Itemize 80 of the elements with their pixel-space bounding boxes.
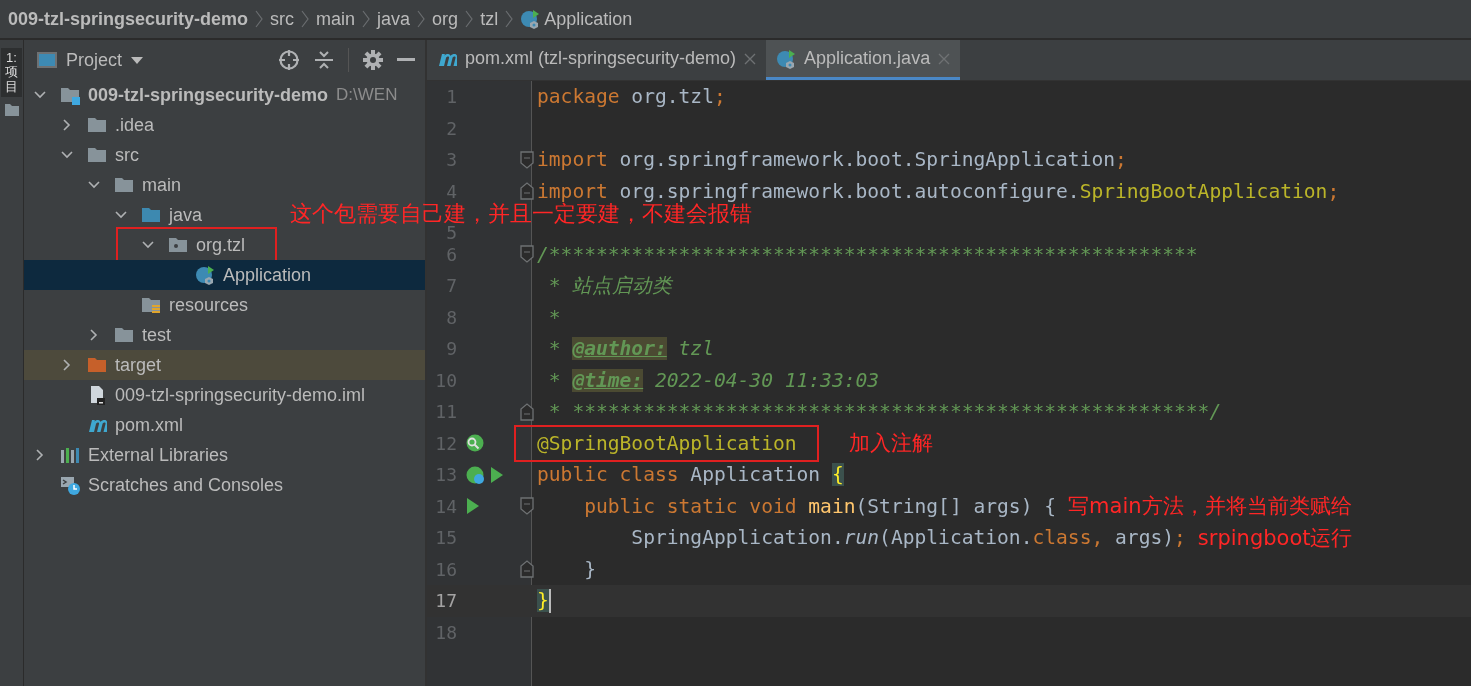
bean-icon[interactable] [465,464,485,485]
annotation-note: 写main方法，并将当前类赋给 [1068,493,1352,521]
code-line: * @time: 2022-04-30 11:33:03 [547,368,880,392]
run-icon[interactable] [489,465,503,484]
breadcrumb-item[interactable]: org [432,8,459,30]
chevron-separator-icon [504,9,515,29]
chevron-separator-icon [416,9,427,29]
module-folder-icon [60,85,80,105]
tree-item[interactable]: Application [24,260,425,290]
dropdown-caret-icon[interactable] [130,55,145,65]
run-icon[interactable] [465,497,479,516]
breadcrumb-item[interactable]: src [270,8,295,30]
text-cursor [548,588,551,613]
tree-item[interactable]: src [24,140,139,170]
chevron-separator-icon [361,9,372,29]
annotation-note: 加入注解 [848,430,933,458]
breadcrumb-item[interactable]: Application [520,8,633,30]
tree-item[interactable]: target [24,350,425,380]
code-line: /******************************************************* [537,242,1198,266]
fold-icon[interactable] [520,150,534,169]
path-hint: D:\WEN [336,85,398,105]
code-line: SpringApplication.run(Application.class, args); [630,526,1186,550]
code-line: import org.springframework.boot.SpringApplication; [537,148,1127,172]
folder-icon[interactable] [3,102,20,117]
annotation-note: 这个包需要自己建，并且一定要建，不建会报错 [290,203,752,224]
spring-class-icon [520,9,541,29]
folder-icon [141,205,161,225]
folder-icon [114,325,134,345]
spring-class-icon [195,265,215,285]
package-icon [168,235,188,255]
fold-icon[interactable] [520,245,534,264]
folder-icon [87,355,107,375]
folder-icon [87,145,107,165]
tree-item[interactable]: pom.xml [24,410,183,440]
tree-item[interactable]: org.tzl [196,234,246,256]
panel-title[interactable]: Project [66,49,123,71]
breadcrumb-item[interactable]: 009-tzl-springsecurity-demo [8,8,249,30]
code-line: import org.springframework.boot.autoconfigure.SpringBootApplication; [537,179,1340,203]
chevron-separator-icon [254,9,265,29]
code-line: package org.tzl; [537,85,726,109]
tree-item[interactable]: External Libraries [24,440,229,470]
tree-item[interactable]: Scratches and Consoles [24,470,284,500]
tree-item[interactable]: resources [24,290,249,320]
tool-window-tab[interactable]: 1: 项目 [1,48,22,97]
settings-icon[interactable] [363,50,383,70]
editor-tab[interactable]: Application.java [766,40,961,80]
code-line: public class Application { [537,463,844,487]
breadcrumb-item[interactable]: java [377,8,411,30]
resources-folder-icon [141,295,161,315]
tree-item[interactable]: test [24,320,171,350]
code-line: * @author: tzl [547,337,714,361]
line-number: 17 [434,590,457,612]
chevron-separator-icon [300,9,311,29]
breadcrumb-item[interactable]: main [316,8,356,30]
libraries-icon [60,445,80,465]
breadcrumb-item[interactable]: tzl [480,8,499,30]
code-line: @SpringBootApplication [537,431,797,455]
folder-icon [87,115,107,135]
collapse-all-icon[interactable] [314,50,334,70]
tree-item[interactable]: .idea [24,110,155,140]
code-line: public static void main(String[] args) { [583,494,1057,518]
tree-item[interactable]: 009-tzl-springsecurity-demo D:\WEN [24,80,398,110]
tree-item[interactable]: main [24,170,181,200]
folder-icon [114,175,134,195]
fold-icon[interactable] [520,497,534,516]
spring-class-icon [776,48,797,69]
crosshair-icon[interactable] [278,49,300,71]
scratches-icon [60,475,80,495]
code-line: } [583,557,596,581]
panel-icon [36,51,58,69]
code-line: * [547,305,561,329]
tree-item[interactable]: java [24,200,203,230]
bean-search-icon[interactable] [465,433,485,454]
minimize-icon[interactable] [397,58,415,62]
code-line: * ******************************************************/ [547,400,1222,424]
editor-tab[interactable]: pom.xml (tzl-springsecurity-demo) [427,40,767,80]
chevron-separator-icon [464,9,475,29]
code-line: * 站点启动类 [547,273,673,300]
annotation-note: srpingboot运行 [1197,524,1353,552]
tree-item[interactable]: 009-tzl-springsecurity-demo.iml [24,380,366,410]
